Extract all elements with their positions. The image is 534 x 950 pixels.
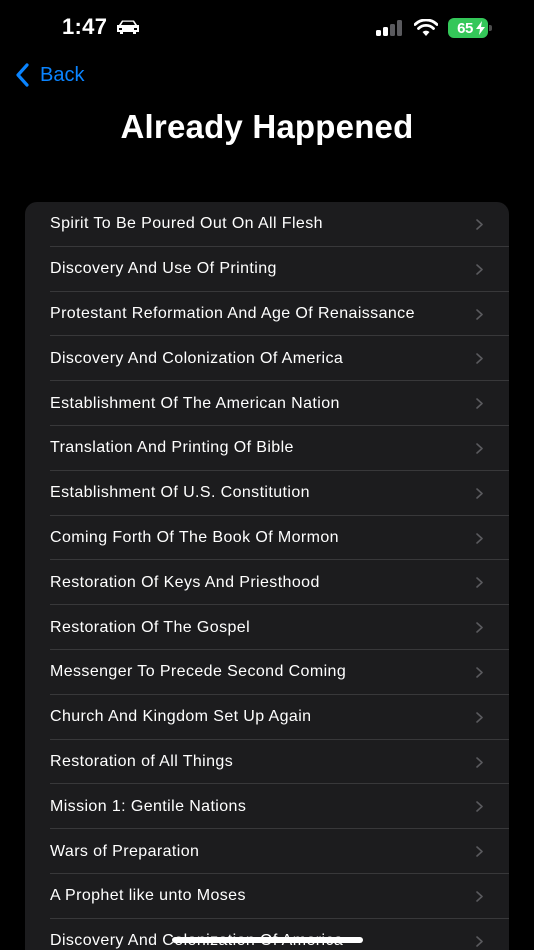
chevron-right-icon <box>476 846 483 857</box>
chevron-right-icon <box>476 667 483 678</box>
chevron-right-icon <box>476 487 483 499</box>
clock: 1:47 <box>62 14 108 39</box>
list-item-label: Wars of Preparation <box>50 842 200 860</box>
chevron-right-icon <box>476 801 483 813</box>
chevron-right-icon <box>476 711 483 723</box>
list-item[interactable]: Establishment Of U.S. Constitution <box>25 471 509 516</box>
battery-tip <box>489 25 492 31</box>
list-item-label: Translation And Printing Of Bible <box>50 439 294 457</box>
events-list: Spirit To Be Poured Out On All Flesh Dis… <box>25 202 509 950</box>
list-item-label: Spirit To Be Poured Out On All Flesh <box>50 215 323 233</box>
home-indicator[interactable] <box>172 937 363 943</box>
list-item[interactable]: Discovery And Colonization Of America <box>25 919 509 950</box>
page-title: Already Happened <box>120 108 414 145</box>
chevron-right-icon <box>476 577 483 589</box>
list-item[interactable]: Wars of Preparation <box>25 829 509 874</box>
list-item[interactable]: Establishment Of The American Nation <box>25 381 509 426</box>
back-label: Back <box>40 63 85 86</box>
status-icons: 65 <box>376 18 492 38</box>
list-item[interactable]: Restoration of All Things <box>25 740 509 785</box>
chevron-right-icon <box>476 756 483 768</box>
screen: 1:47 65 Back Already Happened Spirit To … <box>0 0 534 950</box>
list-item[interactable]: Protestant Reformation And Age Of Renais… <box>25 292 509 337</box>
list-item-label: Discovery And Colonization Of America <box>50 349 344 367</box>
battery-indicator: 65 <box>448 18 492 38</box>
list-item[interactable]: Church And Kingdom Set Up Again <box>25 695 509 740</box>
list-item-label: Coming Forth Of The Book Of Mormon <box>50 528 339 546</box>
list-item[interactable]: Discovery And Colonization Of America <box>25 336 509 382</box>
chevron-right-icon <box>476 891 483 902</box>
list-item-label: Restoration Of The Gospel <box>50 618 251 636</box>
chevron-right-icon <box>476 308 483 320</box>
status-bar: 1:47 65 <box>0 0 534 60</box>
list-item[interactable]: A Prophet like unto Moses <box>25 874 509 919</box>
list-item[interactable]: Restoration Of Keys And Priesthood <box>25 560 509 606</box>
charging-bolt-icon <box>476 21 485 35</box>
chevron-right-icon <box>476 353 483 365</box>
list-item[interactable]: Spirit To Be Poured Out On All Flesh <box>25 202 509 247</box>
list-item-label: Church And Kingdom Set Up Again <box>50 708 312 726</box>
chevron-right-icon <box>476 443 483 454</box>
list-item[interactable]: Translation And Printing Of Bible <box>25 426 509 471</box>
cellular-signal-icon <box>376 20 402 36</box>
chevron-left-icon <box>16 63 29 87</box>
back-button[interactable]: Back <box>14 62 84 88</box>
list-item[interactable]: Restoration Of The Gospel <box>25 605 509 650</box>
list-item-label: A Prophet like unto Moses <box>50 887 246 905</box>
list-item[interactable]: Coming Forth Of The Book Of Mormon <box>25 516 509 561</box>
wifi-icon <box>414 19 438 36</box>
chevron-right-icon <box>476 532 483 544</box>
list-item[interactable]: Discovery And Use Of Printing <box>25 247 509 292</box>
list-item-label: Restoration Of Keys And Priesthood <box>50 573 320 591</box>
chevron-right-icon <box>476 263 483 275</box>
time-group: 1:47 <box>62 14 141 40</box>
chevron-right-icon <box>476 935 483 947</box>
list-item[interactable]: Mission 1: Gentile Nations <box>25 784 509 830</box>
chevron-right-icon <box>476 398 483 409</box>
chevron-right-icon <box>476 219 483 230</box>
chevron-right-icon <box>476 622 483 633</box>
list-item-label: Establishment Of U.S. Constitution <box>50 484 310 502</box>
list-item-label: Discovery And Use Of Printing <box>50 260 277 278</box>
list-item-label: Establishment Of The American Nation <box>50 394 340 412</box>
list-item-label: Protestant Reformation And Age Of Renais… <box>50 304 415 322</box>
list-item-label: Restoration of All Things <box>50 752 234 770</box>
list-item-label: Messenger To Precede Second Coming <box>50 663 347 681</box>
list-item-label: Mission 1: Gentile Nations <box>50 797 247 815</box>
list-item[interactable]: Messenger To Precede Second Coming <box>25 650 509 695</box>
car-icon <box>117 20 140 34</box>
